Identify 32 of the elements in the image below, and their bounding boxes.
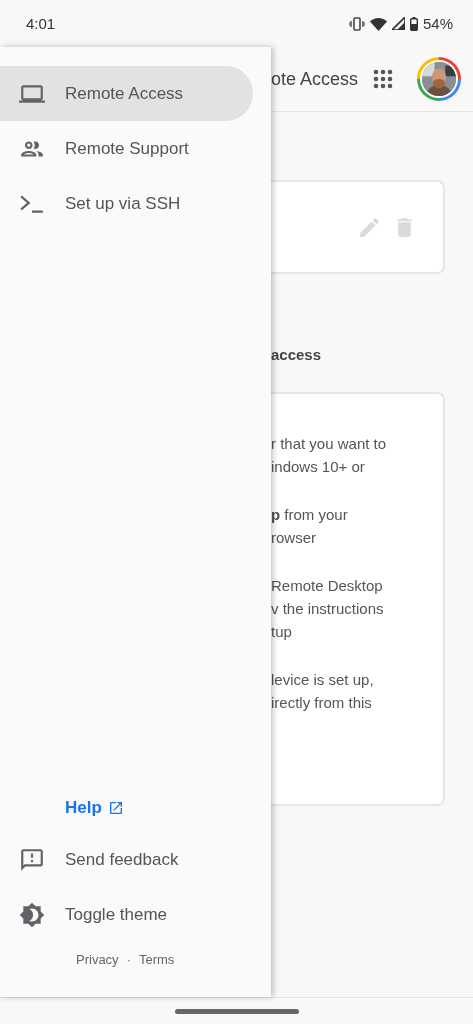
privacy-link[interactable]: Privacy <box>76 952 119 967</box>
wifi-icon <box>369 16 387 31</box>
vibrate-icon <box>348 16 365 31</box>
instruction-text: r that you want to <box>271 434 388 454</box>
terms-link[interactable]: Terms <box>138 952 175 967</box>
gesture-handle[interactable] <box>174 1009 299 1014</box>
drawer-item[interactable]: Toggle theme <box>0 887 253 942</box>
instruction-text: levice is set up, <box>271 670 375 690</box>
battery-percent: 54% <box>422 15 453 32</box>
drawer-item[interactable]: Remote Support <box>0 121 253 176</box>
instruction-text: v the instructions <box>271 599 385 619</box>
external-link-icon <box>107 800 124 816</box>
section-heading: access <box>271 346 323 365</box>
avatar-button[interactable] <box>417 57 461 101</box>
help-link[interactable]: Help <box>65 798 271 818</box>
clock-time: 4:01 <box>26 15 56 32</box>
apps-grid-icon[interactable] <box>373 69 393 89</box>
instruction-text: irectly from this <box>271 693 373 713</box>
signal-icon <box>391 17 405 30</box>
instruction-text: indows 10+ or <box>271 457 366 477</box>
drawer-item[interactable]: Set up via SSH <box>0 176 253 231</box>
separator-dot: · <box>126 952 131 967</box>
drawer-item[interactable]: Send feedback <box>0 832 253 887</box>
feedback-icon <box>19 846 45 873</box>
brightness-icon <box>19 901 45 928</box>
instruction-text: Remote Desktop <box>271 576 384 596</box>
instruction-text: rowser <box>271 528 317 548</box>
battery-icon <box>409 16 418 31</box>
drawer-item[interactable]: Remote Access <box>0 66 253 121</box>
instruction-text: tup <box>271 622 293 642</box>
instruction-text: p from your <box>271 505 349 525</box>
app-title: ote Access <box>271 68 359 90</box>
